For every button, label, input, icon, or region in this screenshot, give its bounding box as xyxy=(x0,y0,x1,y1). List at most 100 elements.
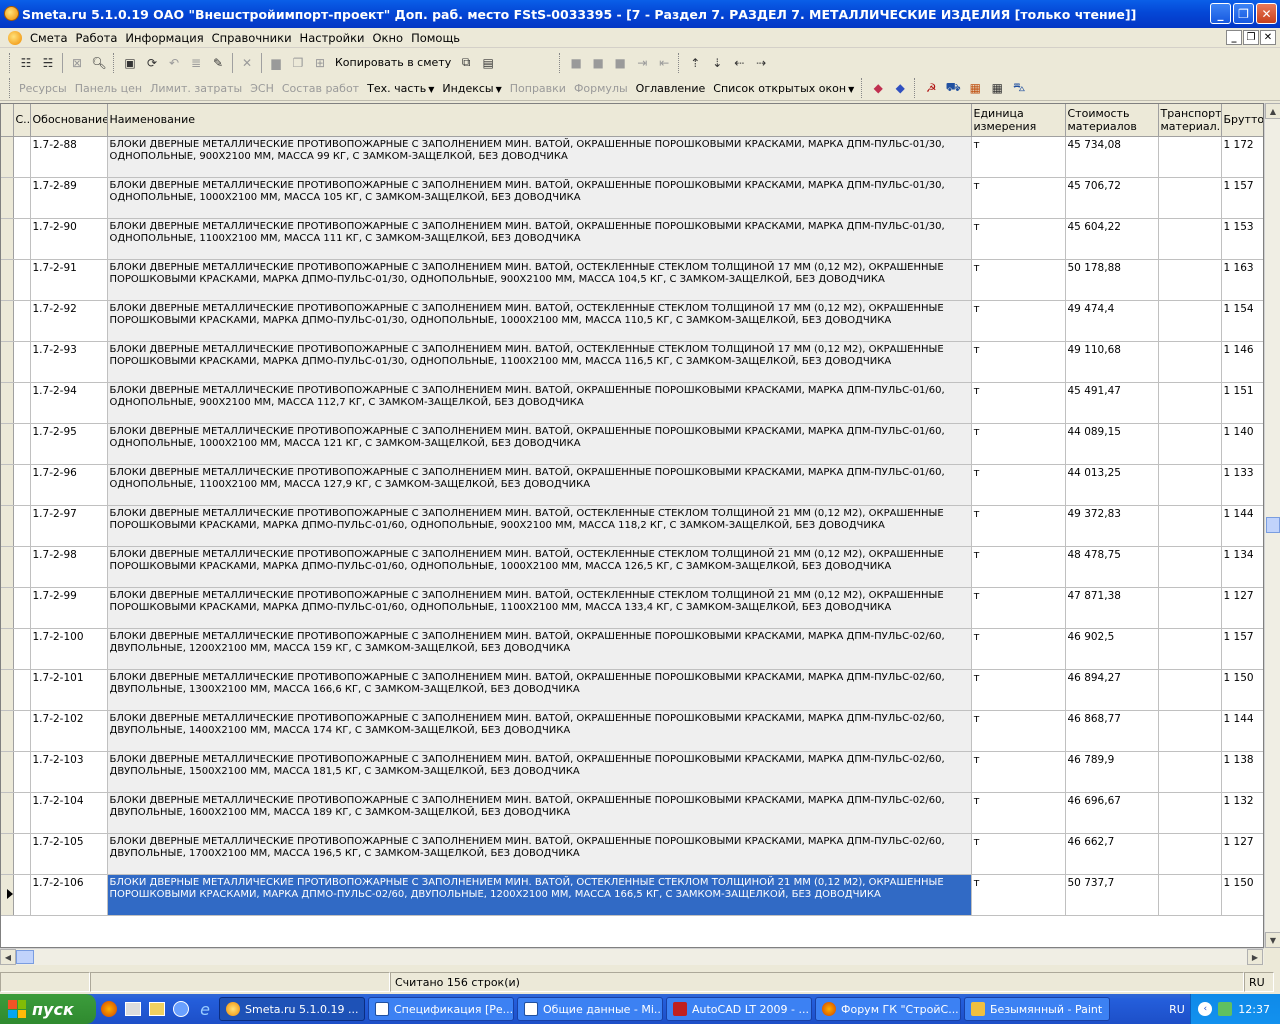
cell-unit[interactable]: т xyxy=(971,218,1066,260)
media-icon[interactable] xyxy=(170,998,192,1020)
cell-cost[interactable]: 46 902,5 xyxy=(1065,628,1159,670)
cell-code[interactable]: 1.7-2-106 xyxy=(30,874,108,916)
column-header-brutto[interactable]: Брутто xyxy=(1221,104,1263,137)
table-row[interactable]: 1.7-2-96 БЛОКИ ДВЕРНЫЕ МЕТАЛЛИЧЕСКИЕ ПРОТ… xyxy=(1,464,1263,506)
table-row[interactable]: 1.7-2-99 БЛОКИ ДВЕРНЫЕ МЕТАЛЛИЧЕСКИЕ ПРОТ… xyxy=(1,587,1263,629)
cell-cost[interactable]: 45 706,72 xyxy=(1065,177,1159,219)
cell-transport[interactable] xyxy=(1158,259,1222,301)
cell-brutto[interactable]: 1 144 xyxy=(1221,505,1263,547)
cell-name[interactable]: БЛОКИ ДВЕРНЫЕ МЕТАЛЛИЧЕСКИЕ ПРОТИВОПОЖАР… xyxy=(107,259,972,301)
cell-code[interactable]: 1.7-2-88 xyxy=(30,136,108,178)
cell-s[interactable] xyxy=(13,751,31,793)
cell-name[interactable]: БЛОКИ ДВЕРНЫЕ МЕТАЛЛИЧЕСКИЕ ПРОТИВОПОЖАР… xyxy=(107,218,972,260)
row-indicator[interactable] xyxy=(1,546,14,588)
cell-brutto[interactable]: 1 133 xyxy=(1221,464,1263,506)
cell-s[interactable] xyxy=(13,710,31,752)
scroll-thumb[interactable] xyxy=(1266,517,1280,533)
indexes-dropdown[interactable]: Индексы ▼ xyxy=(438,82,505,95)
cell-s[interactable] xyxy=(13,874,31,916)
esn-button[interactable]: ЭСН xyxy=(246,82,278,95)
row-indicator[interactable] xyxy=(1,136,14,178)
row-indicator[interactable] xyxy=(1,218,14,260)
cell-transport[interactable] xyxy=(1158,341,1222,383)
cell-code[interactable]: 1.7-2-91 xyxy=(30,259,108,301)
cell-name[interactable]: БЛОКИ ДВЕРНЫЕ МЕТАЛЛИЧЕСКИЕ ПРОТИВОПОЖАР… xyxy=(107,833,972,875)
document-icon[interactable]: ▤ xyxy=(477,52,499,74)
cell-brutto[interactable]: 1 144 xyxy=(1221,710,1263,752)
table-row[interactable]: 1.7-2-89 БЛОКИ ДВЕРНЫЕ МЕТАЛЛИЧЕСКИЕ ПРОТ… xyxy=(1,177,1263,219)
cell-s[interactable] xyxy=(13,259,31,301)
cell-transport[interactable] xyxy=(1158,587,1222,629)
cell-cost[interactable]: 45 491,47 xyxy=(1065,382,1159,424)
cell-transport[interactable] xyxy=(1158,751,1222,793)
list-icon[interactable]: ≣ xyxy=(185,52,207,74)
truck-icon[interactable]: ⛟ xyxy=(942,77,964,99)
cell-s[interactable] xyxy=(13,341,31,383)
taskbar-button-spec[interactable]: Спецификация [Ре... xyxy=(368,997,514,1021)
cell-name[interactable]: БЛОКИ ДВЕРНЫЕ МЕТАЛЛИЧЕСКИЕ ПРОТИВОПОЖАР… xyxy=(107,341,972,383)
cell-s[interactable] xyxy=(13,792,31,834)
cell-unit[interactable]: т xyxy=(971,751,1066,793)
cut-icon[interactable]: ✕ xyxy=(236,52,258,74)
contents-button[interactable]: Оглавление xyxy=(632,82,710,95)
menu-spravochniki[interactable]: Справочники xyxy=(208,29,296,47)
row-indicator[interactable] xyxy=(1,177,14,219)
cell-code[interactable]: 1.7-2-95 xyxy=(30,423,108,465)
scroll-right-icon[interactable]: ▶ xyxy=(1247,949,1263,965)
menu-nastroiki[interactable]: Настройки xyxy=(296,29,369,47)
taskbar-button-paint[interactable]: Безымянный - Paint xyxy=(964,997,1110,1021)
row-indicator[interactable] xyxy=(1,833,14,875)
row-indicator[interactable] xyxy=(1,710,14,752)
cell-name[interactable]: БЛОКИ ДВЕРНЫЕ МЕТАЛЛИЧЕСКИЕ ПРОТИВОПОЖАР… xyxy=(107,874,972,916)
row-indicator[interactable] xyxy=(1,587,14,629)
cell-code[interactable]: 1.7-2-94 xyxy=(30,382,108,424)
menu-informaciya[interactable]: Информация xyxy=(121,29,207,47)
close-button[interactable]: ✕ xyxy=(1256,3,1277,24)
row-indicator[interactable] xyxy=(1,423,14,465)
cell-cost[interactable]: 48 478,75 xyxy=(1065,546,1159,588)
save-icon[interactable]: ▣ xyxy=(119,52,141,74)
cell-code[interactable]: 1.7-2-93 xyxy=(30,341,108,383)
doc-close-button[interactable]: ✕ xyxy=(1260,30,1276,45)
cell-cost[interactable]: 49 474,4 xyxy=(1065,300,1159,342)
cell-code[interactable]: 1.7-2-103 xyxy=(30,751,108,793)
row-indicator[interactable] xyxy=(1,628,14,670)
vertical-scrollbar[interactable]: ▲ ▼ xyxy=(1264,103,1280,948)
row-indicator[interactable] xyxy=(1,382,14,424)
cell-name[interactable]: БЛОКИ ДВЕРНЫЕ МЕТАЛЛИЧЕСКИЕ ПРОТИВОПОЖАР… xyxy=(107,423,972,465)
cell-transport[interactable] xyxy=(1158,464,1222,506)
cell-unit[interactable]: т xyxy=(971,833,1066,875)
cell-code[interactable]: 1.7-2-101 xyxy=(30,669,108,711)
copy-to-estimate-button[interactable]: Копировать в смету xyxy=(331,56,455,69)
cell-s[interactable] xyxy=(13,136,31,178)
open-windows-dropdown[interactable]: Список открытых окон ▼ xyxy=(709,82,858,95)
cell-unit[interactable]: т xyxy=(971,177,1066,219)
cell-cost[interactable]: 46 696,67 xyxy=(1065,792,1159,834)
table-row[interactable]: 1.7-2-88 БЛОКИ ДВЕРНЫЕ МЕТАЛЛИЧЕСКИЕ ПРОТ… xyxy=(1,136,1263,178)
block2-icon[interactable]: ■ xyxy=(587,52,609,74)
eraser-icon[interactable]: ◆ xyxy=(867,77,889,99)
row-indicator[interactable] xyxy=(1,792,14,834)
cell-name[interactable]: БЛОКИ ДВЕРНЫЕ МЕТАЛЛИЧЕСКИЕ ПРОТИВОПОЖАР… xyxy=(107,792,972,834)
edit-icon[interactable]: ✎ xyxy=(207,52,229,74)
cell-transport[interactable] xyxy=(1158,833,1222,875)
cell-code[interactable]: 1.7-2-105 xyxy=(30,833,108,875)
column-header-code[interactable]: Обоснование xyxy=(30,104,108,137)
cell-brutto[interactable]: 1 157 xyxy=(1221,177,1263,219)
cell-code[interactable]: 1.7-2-98 xyxy=(30,546,108,588)
cell-cost[interactable]: 44 013,25 xyxy=(1065,464,1159,506)
network-icon[interactable] xyxy=(1218,1002,1233,1016)
move-left-icon[interactable]: ⇠ xyxy=(728,52,750,74)
cell-cost[interactable]: 45 604,22 xyxy=(1065,218,1159,260)
cell-name[interactable]: БЛОКИ ДВЕРНЫЕ МЕТАЛЛИЧЕСКИЕ ПРОТИВОПОЖАР… xyxy=(107,546,972,588)
cell-unit[interactable]: т xyxy=(971,792,1066,834)
car-icon[interactable]: ⛍ xyxy=(1008,77,1030,99)
cell-unit[interactable]: т xyxy=(971,628,1066,670)
cell-unit[interactable]: т xyxy=(971,669,1066,711)
cell-cost[interactable]: 44 089,15 xyxy=(1065,423,1159,465)
cell-code[interactable]: 1.7-2-96 xyxy=(30,464,108,506)
level-up-icon[interactable]: ⇡ xyxy=(684,52,706,74)
cell-unit[interactable]: т xyxy=(971,136,1066,178)
taskbar-button-autocad[interactable]: AutoCAD LT 2009 - ... xyxy=(666,997,812,1021)
minimize-button[interactable]: _ xyxy=(1210,3,1231,24)
